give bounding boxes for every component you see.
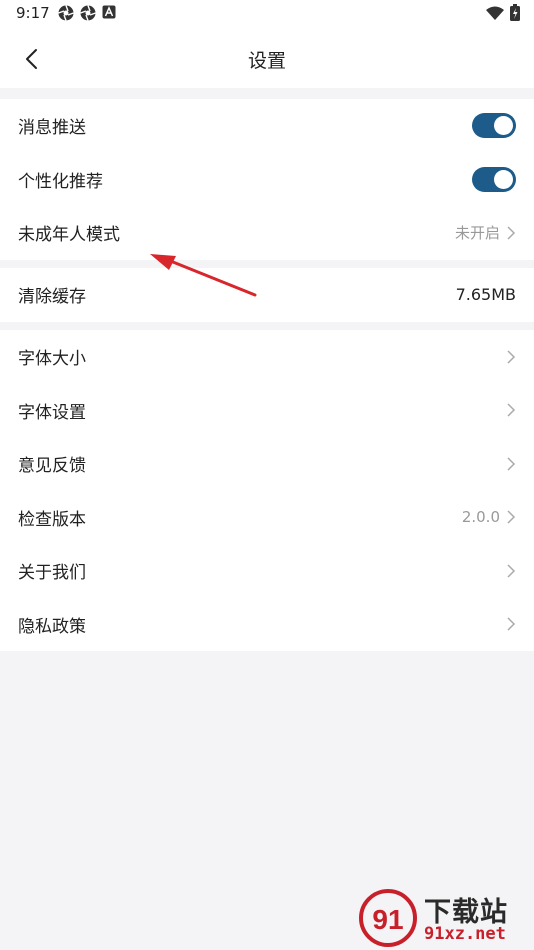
feedback-row[interactable]: 意见反馈 (0, 437, 534, 491)
push-notification-label: 消息推送 (18, 118, 86, 139)
font-size-label: 字体大小 (18, 349, 86, 370)
aperture-icon (80, 5, 96, 21)
battery-icon (510, 4, 520, 21)
cache-size: 7.65MB (455, 285, 516, 305)
chevron-right-icon (507, 350, 516, 364)
font-size-row[interactable]: 字体大小 (0, 330, 534, 384)
watermark-url: 91xz.net (424, 924, 506, 944)
font-settings-label: 字体设置 (18, 402, 86, 423)
minor-mode-status: 未开启 (454, 224, 500, 243)
version-number: 2.0.0 (461, 508, 500, 527)
font-settings-row[interactable]: 字体设置 (0, 384, 534, 438)
header: 设置 (0, 28, 534, 88)
about-us-row[interactable]: 关于我们 (0, 544, 534, 598)
settings-group-cache: 清除缓存 7.65MB (0, 268, 534, 322)
wifi-icon (486, 6, 504, 20)
settings-group-general: 消息推送 个性化推荐 未成年人模式 未开启 (0, 99, 534, 260)
watermark-logo: 91 (359, 889, 417, 947)
push-notification-toggle[interactable] (472, 113, 516, 139)
page-title: 设置 (247, 50, 286, 72)
minor-mode-label: 未成年人模式 (18, 225, 120, 246)
watermark: 91 下载站 91xz.net (358, 888, 528, 948)
personalized-recommend-toggle[interactable] (472, 166, 516, 192)
check-version-row[interactable]: 检查版本 2.0.0 (0, 491, 534, 545)
minor-mode-row[interactable]: 未成年人模式 未开启 (0, 206, 534, 260)
personalized-recommend-label: 个性化推荐 (18, 171, 103, 192)
clear-cache-row[interactable]: 清除缓存 7.65MB (0, 268, 534, 322)
toggle-knob (494, 169, 513, 189)
chevron-right-icon (507, 226, 516, 240)
chevron-right-icon (507, 510, 516, 524)
check-version-label: 检查版本 (18, 509, 86, 530)
status-time: 9:17 (16, 4, 50, 22)
personalized-recommend-row[interactable]: 个性化推荐 (0, 153, 534, 207)
aperture-icon (58, 5, 74, 21)
toggle-knob (494, 116, 513, 136)
chevron-right-icon (507, 617, 516, 631)
chevron-right-icon (507, 457, 516, 471)
privacy-policy-label: 隐私政策 (18, 616, 86, 637)
about-us-label: 关于我们 (18, 563, 86, 584)
status-bar: 9:17 (0, 0, 534, 28)
svg-text:91: 91 (372, 904, 403, 935)
a-box-icon (102, 5, 116, 19)
chevron-right-icon (507, 403, 516, 417)
chevron-right-icon (507, 564, 516, 578)
privacy-policy-row[interactable]: 隐私政策 (0, 598, 534, 652)
clear-cache-label: 清除缓存 (18, 287, 86, 308)
settings-group-misc: 字体大小 字体设置 意见反馈 检查版本 2.0.0 关于我们 隐私政策 (0, 330, 534, 651)
feedback-label: 意见反馈 (18, 456, 86, 477)
push-notification-row[interactable]: 消息推送 (0, 99, 534, 153)
